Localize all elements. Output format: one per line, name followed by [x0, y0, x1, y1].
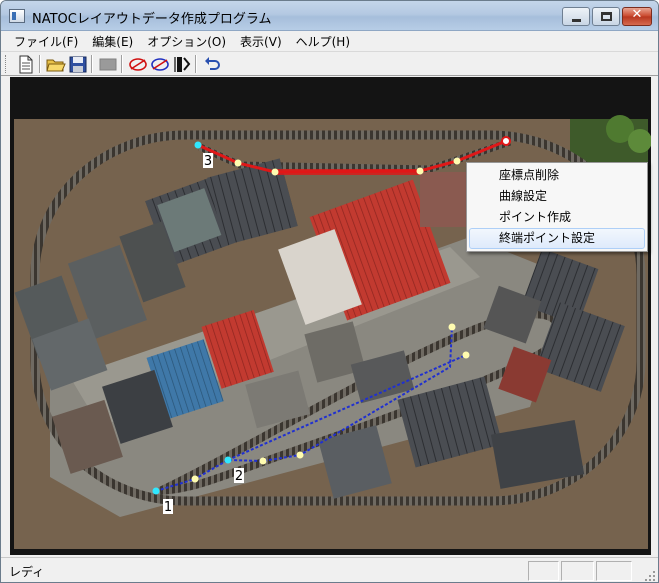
ctx-create-point[interactable]: ポイント作成: [469, 207, 645, 228]
route-point[interactable]: [296, 451, 304, 459]
route-point[interactable]: [234, 159, 242, 167]
ctx-end-point-settings[interactable]: 終端ポイント設定: [469, 228, 645, 249]
toolbar-separator: [39, 55, 41, 73]
gray-block-icon: [99, 58, 117, 71]
status-panel: [528, 561, 559, 581]
layout-photo[interactable]: 3 2 1: [10, 77, 651, 555]
route-point[interactable]: [453, 157, 461, 165]
new-button[interactable]: [15, 54, 37, 75]
undo-icon: [205, 57, 220, 70]
menu-options[interactable]: オプション(O): [140, 31, 233, 51]
app-icon[interactable]: [9, 9, 25, 23]
undo-button[interactable]: [201, 54, 223, 75]
ctx-delete-point[interactable]: 座標点削除: [469, 165, 645, 186]
maximize-icon: [601, 12, 612, 21]
minimize-button[interactable]: [562, 7, 590, 26]
open-folder-icon: [46, 59, 66, 72]
close-button[interactable]: ✕: [622, 7, 652, 26]
status-panel: [561, 561, 594, 581]
route-point[interactable]: [259, 457, 267, 465]
route-point[interactable]: [462, 351, 470, 359]
route-point[interactable]: [194, 141, 202, 149]
route-point[interactable]: [416, 167, 424, 175]
window-title: NATOCレイアウトデータ作成プログラム: [32, 12, 272, 27]
ctx-curve-settings[interactable]: 曲線設定: [469, 186, 645, 207]
red-curve-icon: [129, 58, 147, 71]
minimize-icon: [572, 19, 581, 22]
resize-grip-icon[interactable]: [644, 570, 656, 582]
toolbar-separator: [195, 55, 197, 73]
layout-canvas[interactable]: 3 2 1: [10, 77, 651, 555]
menu-edit[interactable]: 編集(E): [85, 31, 140, 51]
route-point[interactable]: [271, 168, 279, 176]
route-end-point[interactable]: [501, 136, 511, 146]
blue-route-button[interactable]: [149, 54, 171, 75]
status-bar: レディ: [1, 557, 658, 582]
route-point[interactable]: [224, 456, 232, 464]
route-point[interactable]: [191, 475, 199, 483]
context-menu: 座標点削除 曲線設定 ポイント作成 終端ポイント設定: [466, 162, 648, 252]
route-point[interactable]: [448, 323, 456, 331]
red-route-button[interactable]: [127, 54, 149, 75]
menu-file[interactable]: ファイル(F): [7, 31, 85, 51]
toolbar: [1, 51, 658, 76]
save-button[interactable]: [67, 54, 89, 75]
app-window: NATOCレイアウトデータ作成プログラム ✕ ファイル(F) 編集(E) オプシ…: [0, 0, 659, 583]
status-text: レディ: [9, 565, 45, 579]
maximize-button[interactable]: [592, 7, 620, 26]
point-label-1: 1: [164, 500, 172, 515]
save-disk-icon: [69, 56, 87, 73]
status-panel: [596, 561, 632, 581]
menu-help[interactable]: ヘルプ(H): [289, 31, 357, 51]
toolbar-separator: [91, 55, 93, 73]
route-point[interactable]: [152, 487, 160, 495]
close-icon: ✕: [631, 7, 643, 22]
caption-buttons: ✕: [562, 7, 652, 26]
menu-bar: ファイル(F) 編集(E) オプション(O) 表示(V) ヘルプ(H): [1, 31, 658, 51]
open-button[interactable]: [45, 54, 67, 75]
end-point-icon: [174, 57, 191, 72]
toolbar-grip[interactable]: [5, 55, 8, 73]
blue-curve-icon: [151, 58, 169, 71]
new-document-icon: [19, 55, 33, 74]
end-point-button[interactable]: [171, 54, 193, 75]
toolbar-separator: [121, 55, 123, 73]
title-bar[interactable]: NATOCレイアウトデータ作成プログラム ✕: [1, 1, 658, 31]
gray-block-button: [97, 54, 119, 75]
menu-view[interactable]: 表示(V): [233, 31, 289, 51]
point-label-2: 2: [235, 469, 243, 484]
point-label-3: 3: [204, 154, 212, 169]
